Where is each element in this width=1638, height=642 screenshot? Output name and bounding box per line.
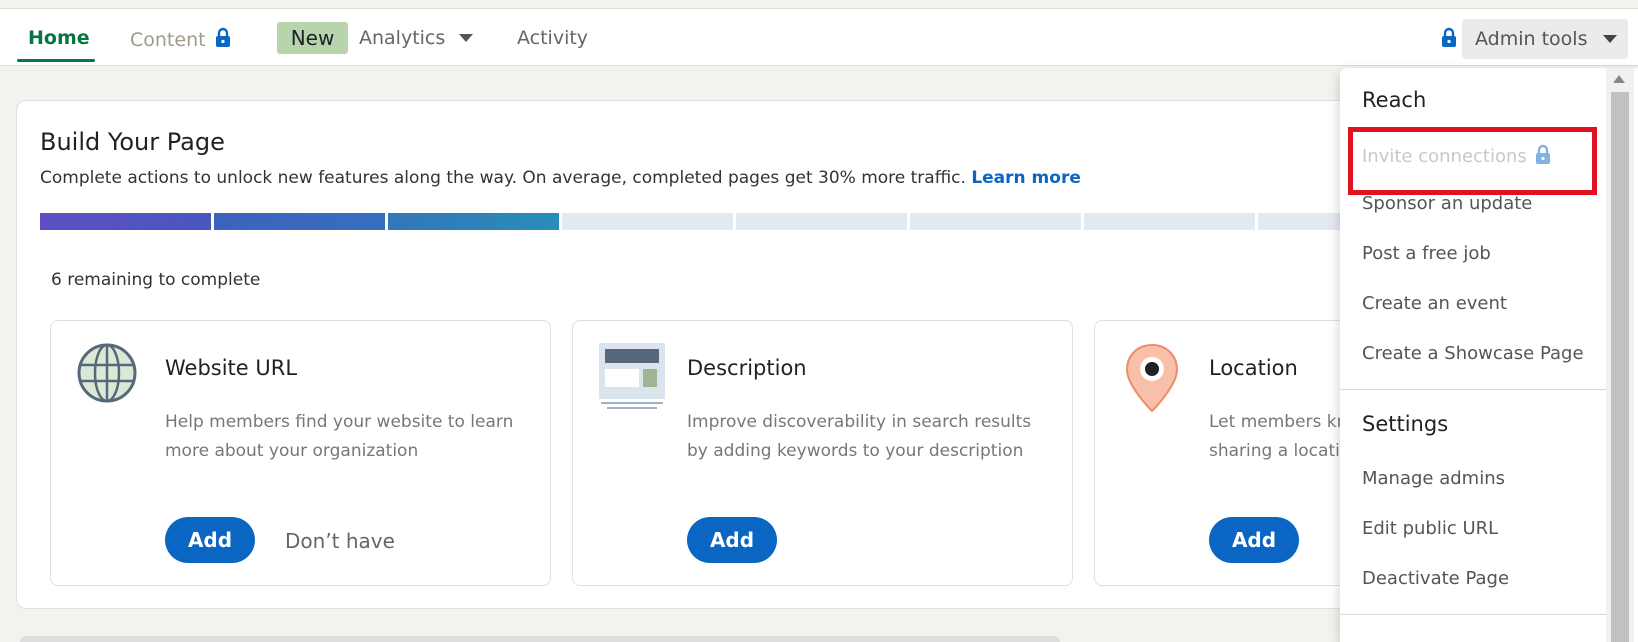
settings-header: Settings xyxy=(1362,412,1449,436)
progress-bar xyxy=(40,213,1429,230)
progress-segment xyxy=(562,213,733,230)
lock-icon xyxy=(1441,27,1457,51)
menu-item-deactivate-page[interactable]: Deactivate Page xyxy=(1362,568,1509,589)
item-title: Website URL xyxy=(165,356,298,380)
item-title: Location xyxy=(1209,356,1298,380)
progress-segment xyxy=(214,213,385,230)
tab-content-label: Content xyxy=(130,28,206,51)
caret-down-icon xyxy=(1603,35,1618,43)
add-website-button[interactable]: Add xyxy=(165,517,255,563)
admin-tools-button[interactable]: Admin tools xyxy=(1462,19,1628,59)
tab-content[interactable]: Content xyxy=(130,27,231,52)
menu-item-sponsor-update[interactable]: Sponsor an update xyxy=(1362,193,1532,214)
description-card: Description Improve discoverability in s… xyxy=(572,320,1073,586)
progress-segment xyxy=(910,213,1081,230)
menu-item-create-showcase[interactable]: Create a Showcase Page xyxy=(1362,343,1584,364)
progress-segment xyxy=(1084,213,1255,230)
add-location-button[interactable]: Add xyxy=(1209,517,1299,563)
active-tab-indicator xyxy=(17,59,95,62)
menu-item-create-event[interactable]: Create an event xyxy=(1362,293,1507,314)
menu-item-edit-public-url[interactable]: Edit public URL xyxy=(1362,518,1498,539)
tab-activity[interactable]: Activity xyxy=(517,27,588,49)
description-icon xyxy=(599,343,665,413)
tab-analytics[interactable]: Analytics xyxy=(359,27,474,49)
reach-header: Reach xyxy=(1362,88,1427,112)
globe-icon xyxy=(77,343,137,407)
lock-icon xyxy=(215,27,231,52)
progress-segment xyxy=(736,213,907,230)
card-title: Build Your Page xyxy=(40,128,225,156)
menu-divider xyxy=(1340,389,1620,390)
location-pin-icon xyxy=(1125,343,1179,417)
tab-home[interactable]: Home xyxy=(28,27,90,49)
next-card-edge xyxy=(20,636,1060,642)
item-description: Help members find your website to learn … xyxy=(165,412,514,461)
highlight-annotation xyxy=(1348,127,1597,195)
page-admin-nav: Home Content New Analytics Activity Admi… xyxy=(0,8,1638,66)
scroll-up-arrow-icon[interactable] xyxy=(1613,75,1625,83)
tab-analytics-label: Analytics xyxy=(359,27,446,49)
card-subtitle-text: Complete actions to unlock new features … xyxy=(40,168,966,188)
item-title: Description xyxy=(687,356,807,380)
menu-divider xyxy=(1340,614,1620,615)
dont-have-button[interactable]: Don’t have xyxy=(285,529,395,553)
new-badge: New xyxy=(277,22,348,54)
caret-down-icon xyxy=(459,34,474,42)
website-url-card: Website URL Help members find your websi… xyxy=(50,320,551,586)
add-description-button[interactable]: Add xyxy=(687,517,777,563)
learn-more-link[interactable]: Learn more xyxy=(971,168,1081,188)
admin-tools-label: Admin tools xyxy=(1475,28,1588,50)
card-subtitle: Complete actions to unlock new features … xyxy=(40,168,1081,188)
remaining-count: 6 remaining to complete xyxy=(51,270,261,290)
progress-segment xyxy=(40,213,211,230)
menu-item-manage-admins[interactable]: Manage admins xyxy=(1362,468,1505,489)
progress-segment xyxy=(388,213,559,230)
menu-item-post-free-job[interactable]: Post a free job xyxy=(1362,243,1491,264)
scrollbar-thumb[interactable] xyxy=(1611,92,1629,642)
item-description: Improve discoverability in search result… xyxy=(687,412,1032,461)
